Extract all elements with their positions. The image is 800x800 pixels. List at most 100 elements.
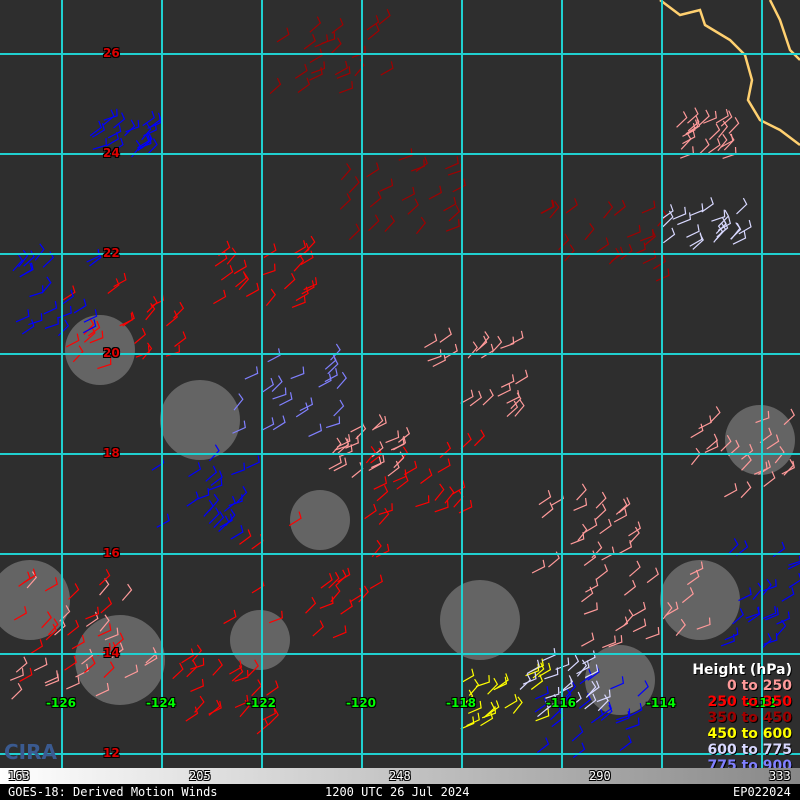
wind-barb [632,601,646,617]
wind-barb [623,609,634,627]
wind-barb [642,250,657,265]
wind-barb [223,609,237,625]
longitude-label: -124 [146,696,177,710]
wind-barb [34,243,45,261]
cloud [75,615,165,705]
wind-barb [538,490,552,506]
wind-barb [303,33,316,50]
wind-barb [629,560,641,577]
longitude-label: -120 [346,696,377,710]
wind-barb [188,462,202,478]
wind-barb [265,288,277,306]
latitude-label: 20 [103,346,120,360]
wind-barb [626,224,641,238]
latitude-label: 26 [103,46,120,60]
colorbar-tick: 248 [389,769,411,783]
wind-barb [107,278,120,294]
wind-barb [690,447,701,466]
latitude-label: 12 [103,746,120,760]
wind-barb [261,263,276,276]
wind-barb [672,206,687,220]
wind-barb [646,567,659,584]
cloud [725,405,795,475]
wind-barb [576,483,587,501]
wind-barb [135,345,150,358]
wind-barb [428,185,442,200]
wind-barb [269,77,282,95]
wind-barb [312,620,325,637]
wind-barb [531,559,546,574]
legend-item: 600 to 775 [707,742,792,758]
wind-barb [415,495,430,508]
wind-barb [701,197,714,213]
latitude-label: 14 [103,646,120,660]
wind-barb [57,319,70,337]
satellite-wind-map: 26 24 22 20 18 16 14 12 -126 -124 -122 -120 -118 -116… [0,0,800,800]
wind-barb [67,619,80,636]
wind-barb [85,606,100,620]
wind-barb [267,348,281,363]
wind-barb [124,119,136,137]
wind-barb [482,388,494,406]
wind-barb [245,282,260,297]
wind-barb [761,578,772,597]
wind-barb [512,696,523,714]
wind-barb [297,77,311,94]
wind-barb [410,159,425,172]
wind-barb [11,682,23,700]
wind-barb [765,607,779,621]
wind-barb [105,132,120,147]
wind-barb [212,658,223,676]
wind-barb [10,668,24,681]
wind-barb [690,423,704,439]
wind-barb [173,301,185,319]
wind-barb [504,693,518,709]
wind-barb [475,335,488,352]
wind-barb [44,670,59,684]
wind-barb [448,204,461,222]
wind-barb [506,400,519,417]
wind-barb [445,219,460,232]
wind-barb [506,390,520,404]
wind-barb [231,462,246,476]
wind-barb [373,476,388,490]
wind-barb [57,305,72,319]
wind-barb [19,667,33,682]
wind-barb [276,27,290,43]
wind-barb [536,737,550,754]
cloud [440,580,520,660]
wind-barb [541,502,554,519]
wind-barb [364,503,377,520]
wind-barb [263,243,277,259]
wind-barb [73,298,87,314]
wind-barb [308,423,322,437]
wind-barb [190,657,205,670]
longitude-label: -118 [446,696,477,710]
wind-barb [239,529,252,545]
wind-barb [113,272,127,288]
wind-barb [348,176,360,193]
longitude-label: -114 [646,696,677,710]
timestamp: 1200 UTC 26 Jul 2024 [325,785,470,799]
wind-barb [43,300,58,315]
wind-barb [711,209,726,222]
wind-barb [166,310,178,327]
wind-barb [321,31,336,45]
wind-barb [573,497,588,511]
wind-barb [515,369,529,385]
wind-barb [293,240,307,255]
wind-barb [722,146,737,159]
latitude-label: 18 [103,446,120,460]
wind-barb [244,366,259,380]
wind-barb [366,162,380,178]
wind-barb [238,272,250,291]
wind-barb [752,582,763,600]
wind-barb [348,223,361,241]
wind-barb [29,285,44,298]
wind-barb [330,584,341,603]
wind-barb [351,45,366,58]
wind-barb [613,199,626,216]
wind-barb [581,632,595,647]
wind-barb [788,573,800,588]
wind-barb [467,341,478,359]
